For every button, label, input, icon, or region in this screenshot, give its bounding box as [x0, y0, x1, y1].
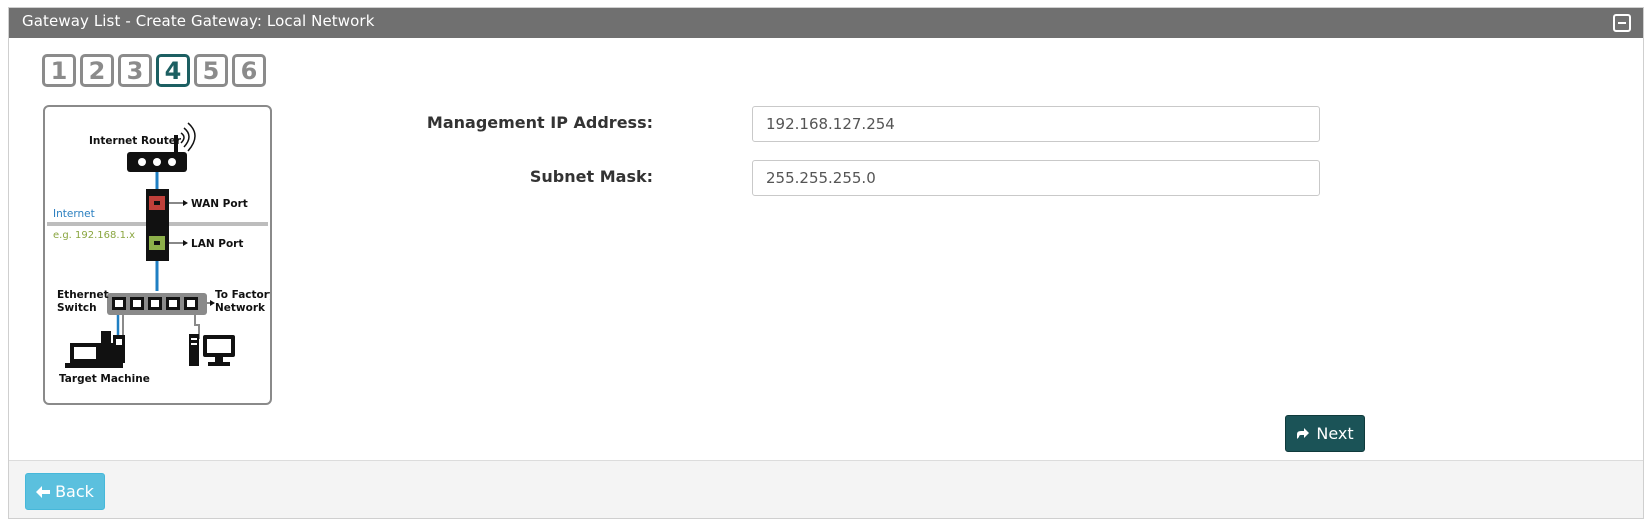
arrow-left-icon: [36, 485, 51, 498]
example-ip-label: e.g. 192.168.1.x: [53, 230, 135, 241]
step-2[interactable]: 2: [80, 54, 114, 87]
lan-port-label: LAN Port: [191, 238, 243, 250]
network-diagram-svg: Internet Router Internet e.g. 192.168.1.…: [47, 122, 270, 385]
network-label: Network: [215, 302, 266, 314]
subnet-mask-label: Subnet Mask:: [529, 167, 653, 186]
step-5[interactable]: 5: [194, 54, 228, 87]
panel-footer: Back: [9, 460, 1643, 518]
switch-label: Switch: [57, 302, 97, 314]
router-icon: [127, 122, 196, 172]
back-button-label: Back: [55, 482, 94, 501]
target-machine-icon: [65, 331, 125, 368]
share-icon: [1297, 427, 1310, 439]
next-button[interactable]: Next: [1285, 415, 1365, 452]
target-machine-label: Target Machine: [59, 373, 150, 385]
panel-header: Gateway List - Create Gateway: Local Net…: [9, 8, 1643, 38]
next-button-label: Next: [1316, 424, 1354, 443]
step-3[interactable]: 3: [118, 54, 152, 87]
internet-label: Internet: [53, 208, 95, 220]
collapse-icon[interactable]: [1613, 14, 1631, 32]
step-1[interactable]: 1: [42, 54, 76, 87]
wan-port-label: WAN Port: [191, 198, 248, 210]
panel-title: Gateway List - Create Gateway: Local Net…: [22, 12, 375, 30]
ethernet-switch-icon: [107, 293, 215, 315]
computer-icon: [189, 334, 235, 366]
to-factory-label: To Factory: [215, 289, 270, 301]
step-4-active[interactable]: 4: [156, 54, 190, 87]
mgmt-ip-label: Management IP Address:: [426, 113, 653, 132]
wizard-steps: 1 2 3 4 5 6: [42, 54, 266, 87]
back-button[interactable]: Back: [25, 473, 105, 510]
internet-router-label: Internet Router: [89, 135, 182, 147]
network-diagram: Internet Router Internet e.g. 192.168.1.…: [43, 105, 272, 405]
gateway-panel: Gateway List - Create Gateway: Local Net…: [8, 7, 1644, 519]
step-6[interactable]: 6: [232, 54, 266, 87]
ethernet-label: Ethernet: [57, 289, 109, 301]
subnet-mask-input[interactable]: [752, 160, 1320, 196]
mgmt-ip-input[interactable]: [752, 106, 1320, 142]
